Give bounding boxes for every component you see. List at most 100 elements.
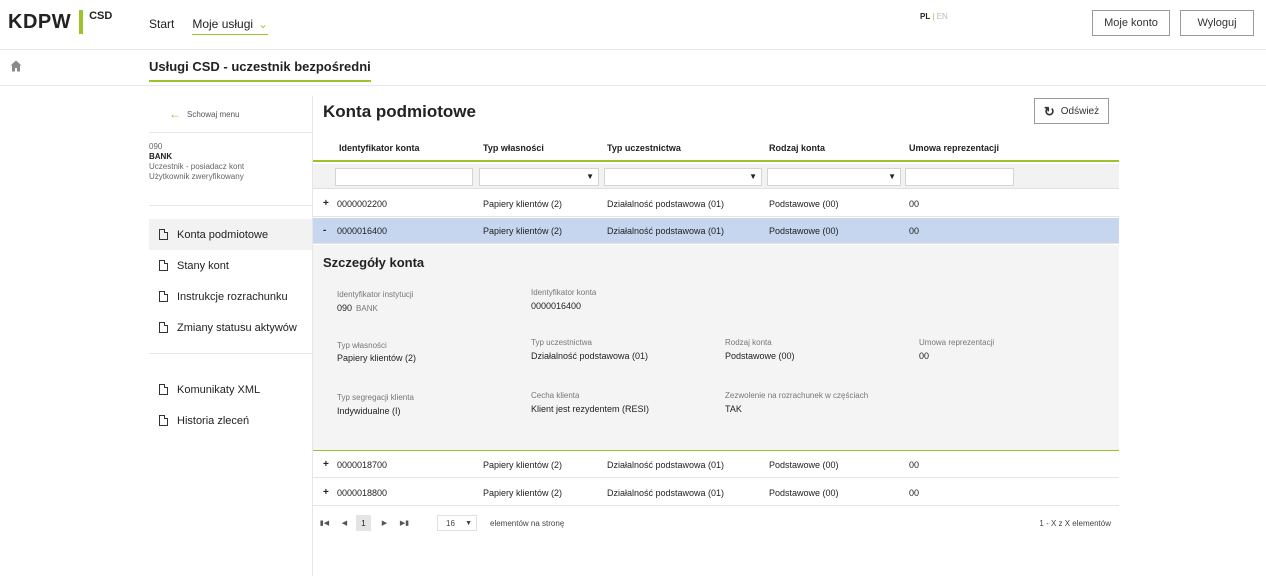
caret-down-icon: ▼ [749,172,757,181]
sidebar-item-xml-messages[interactable]: Komunikaty XML [149,374,312,405]
sidebar-item-label: Instrukcje rozrachunku [177,290,288,303]
sidebar: ← Schowaj menu 090 BANK Uczestnik - posi… [149,96,312,436]
logo-csd: CSD [89,10,113,22]
arrow-left-icon: ← [169,107,181,121]
items-range: 1 - X z X elementów [1039,519,1111,528]
table-row[interactable]: + 0000002200 Papiery klientów (2) Działa… [313,191,1119,217]
table-header: Identyfikator konta Typ własności Typ uc… [313,136,1119,162]
participation-label: Typ uczestnictwa [531,338,592,347]
last-page-icon[interactable]: ▶▮ [397,515,412,531]
expand-icon[interactable]: + [323,459,331,470]
refresh-label: Odśwież [1060,105,1100,117]
menu-divider [149,353,312,354]
cell-account-kind: Podstawowe (00) [769,199,839,209]
filter-row: ▼ ▼ ▼ [313,164,1119,189]
hide-menu-button[interactable]: ← Schowaj menu [149,96,312,133]
cell-participation: Działalność podstawowa (01) [607,199,725,209]
cell-participation: Działalność podstawowa (01) [607,488,725,498]
chevron-down-icon: ⌄ [258,19,268,31]
document-icon [159,260,168,271]
sidebar-item-label: Historia zleceń [177,414,250,427]
nav-my-services[interactable]: Moje usługi ⌄ [192,17,268,35]
page-title: Konta podmiotowe [323,102,476,121]
ownership-filter-select[interactable]: ▼ [479,168,599,186]
sidebar-item-account-balances[interactable]: Stany kont [149,250,312,281]
next-page-icon[interactable]: ▶ [377,515,392,531]
column-header-participation[interactable]: Typ uczestnictwa [607,143,681,153]
table-row-selected[interactable]: - 0000016400 Papiery klientów (2) Działa… [313,218,1119,244]
cell-account-id: 0000018800 [337,488,388,498]
hide-menu-label: Schowaj menu [187,109,240,119]
segregation-value: Indywidualne (I) [337,406,401,416]
lang-en[interactable]: EN [937,12,948,21]
first-page-icon[interactable]: ▮◀ [317,515,332,531]
nav-my-services-label: Moje usługi [192,17,254,31]
sidebar-item-label: Komunikaty XML [177,383,261,396]
sidebar-item-asset-status-changes[interactable]: Zmiany statusu aktywów [149,312,312,343]
page-number-current[interactable]: 1 [356,515,371,531]
user-code: 090 [149,142,163,151]
table-row[interactable]: + 0000018800 Papiery klientów (2) Działa… [313,480,1119,506]
page-size-select[interactable]: 16 ▼ [437,515,477,531]
cell-ownership: Papiery klientów (2) [483,460,563,470]
column-header-ownership[interactable]: Typ własności [483,143,544,153]
refresh-button[interactable]: ↻ Odśwież [1034,98,1109,124]
partial-settlement-label: Zezwolenie na rozrachunek w częściach [725,391,869,400]
cell-account-kind: Podstawowe (00) [769,488,839,498]
expand-icon[interactable]: + [323,487,331,498]
account-kind-filter-select[interactable]: ▼ [767,168,901,186]
cell-participation: Działalność podstawowa (01) [607,460,725,470]
column-header-account-kind[interactable]: Rodzaj konta [769,143,825,153]
document-icon [159,415,168,426]
sidebar-item-settlement-instructions[interactable]: Instrukcje rozrachunku [149,281,312,312]
client-feature-label: Cecha klienta [531,391,580,400]
kdpw-logo[interactable]: KDPW CSD [8,10,112,36]
document-icon [159,229,168,240]
section-title: Usługi CSD - uczestnik bezpośredni [149,59,371,82]
cell-account-kind: Podstawowe (00) [769,226,839,236]
sidebar-item-label: Zmiany statusu aktywów [177,321,297,334]
home-icon[interactable] [10,60,22,72]
logo-divider [79,10,84,34]
prev-page-icon[interactable]: ◀ [337,515,352,531]
cell-participation: Działalność podstawowa (01) [607,226,725,236]
segregation-label: Typ segregacji klienta [337,393,414,402]
column-header-account-id[interactable]: Identyfikator konta [339,143,420,153]
expand-icon[interactable]: + [323,198,331,209]
lang-pl[interactable]: PL [920,12,930,21]
cell-account-kind: Podstawowe (00) [769,460,839,470]
collapse-icon[interactable]: - [323,225,331,236]
cell-account-id: 0000002200 [337,199,388,209]
institution-id-value: 090 BANK [337,303,378,313]
table-row[interactable]: + 0000018700 Papiery klientów (2) Działa… [313,452,1119,478]
nav-start[interactable]: Start [149,17,174,35]
agreement-value: 00 [919,351,930,361]
account-id-filter-input[interactable] [335,168,473,186]
language-switch: PL | EN [920,12,948,21]
sidebar-item-accounts[interactable]: Konta podmiotowe [149,219,312,250]
account-details-panel: Szczegóły konta Identyfikator instytucji… [313,245,1119,451]
my-account-button[interactable]: Moje konto [1092,10,1170,36]
sub-header: Usługi CSD - uczestnik bezpośredni [0,50,1266,86]
agreement-filter-input[interactable] [905,168,1014,186]
institution-name: BANK [356,304,378,313]
cell-agreement: 00 [909,460,920,470]
user-status: Użytkownik zweryfikowany [149,172,244,181]
document-icon [159,384,168,395]
sidebar-item-order-history[interactable]: Historia zleceń [149,405,312,436]
caret-down-icon: ▼ [586,172,594,181]
client-feature-value: Klient jest rezydentem (RESI) [531,404,650,414]
sidebar-item-label: Stany kont [177,259,229,272]
cell-account-id: 0000018700 [337,460,388,470]
logout-button[interactable]: Wyloguj [1180,10,1254,36]
participation-filter-select[interactable]: ▼ [604,168,762,186]
main-nav: Start Moje usługi ⌄ [149,17,268,35]
cell-ownership: Papiery klientów (2) [483,488,563,498]
per-page-label: elementów na stronę [490,519,565,528]
ownership-label: Typ własności [337,341,387,350]
user-name: BANK [149,152,173,161]
cell-ownership: Papiery klientów (2) [483,199,563,209]
column-header-agreement[interactable]: Umowa reprezentacji [909,143,999,153]
